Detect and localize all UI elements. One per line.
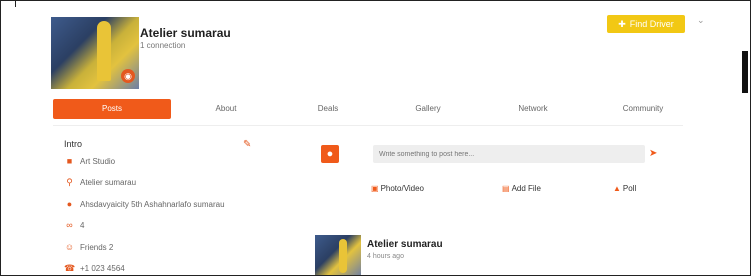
file-icon: ▤	[502, 184, 510, 193]
more-chevron-icon[interactable]: ⌄	[697, 15, 705, 26]
tab-deals[interactable]: Deals	[283, 99, 373, 119]
cover-figure	[97, 21, 111, 81]
about-row-text: Art Studio	[80, 156, 116, 166]
tab-posts[interactable]: Posts	[53, 99, 171, 119]
send-icon[interactable]: ➤	[649, 148, 657, 159]
about-row-friends: ☺ Friends 2	[64, 241, 113, 253]
video-icon: ■	[66, 156, 73, 166]
profile-tabs: Posts About Deals Gallery Network Commun…	[53, 99, 683, 119]
people-icon: ☺	[64, 242, 75, 252]
action-label: Poll	[622, 184, 637, 193]
tabs-divider	[53, 125, 683, 126]
about-title: Intro	[64, 139, 83, 149]
add-file-button[interactable]: ▤ Add File	[502, 184, 541, 193]
about-row-text: Atelier sumarau	[80, 177, 137, 187]
about-row-text: Friends 2	[80, 242, 114, 252]
find-driver-button[interactable]: ✚ Find Driver	[607, 15, 685, 33]
phone-icon: ☎	[64, 262, 76, 273]
action-label: Add File	[511, 184, 541, 193]
location-icon: ●	[66, 199, 73, 209]
about-row-links: ∞ 4	[64, 219, 84, 231]
profile-name: Atelier sumarau	[140, 26, 231, 40]
car-icon: ✚	[618, 19, 626, 29]
profile-subtitle: 1 connection	[140, 41, 186, 50]
poll-icon: ▲	[613, 184, 621, 193]
camera-icon[interactable]: ◉	[121, 69, 135, 83]
about-row-address: ● Ahsdavyaicity 5th Ashahnarlafo sumarau	[64, 198, 225, 210]
profile-card: ◉ Atelier sumarau 1 connection ✚ Find Dri…	[15, 7, 748, 275]
edit-pencil-icon[interactable]: ✎	[243, 139, 251, 150]
poll-button[interactable]: ▲ Poll	[613, 184, 636, 193]
tab-about[interactable]: About	[171, 99, 281, 119]
photo-video-button[interactable]: ▣ Photo/Video	[371, 184, 424, 193]
about-row-phone: ☎ +1 023 4564	[64, 262, 125, 274]
about-row-text: 4	[80, 220, 85, 230]
search-icon: ⚲	[66, 176, 73, 187]
about-row-name: ⚲ Atelier sumarau	[64, 176, 136, 188]
profile-cover-photo[interactable]: ◉	[51, 17, 139, 89]
about-row-category: ■ Art Studio	[64, 155, 115, 167]
scrollbar-thumb[interactable]	[742, 51, 748, 93]
about-row-text: +1 023 4564	[80, 263, 125, 273]
tab-network[interactable]: Network	[483, 99, 583, 119]
action-label: Photo/Video	[380, 184, 425, 193]
user-avatar-icon[interactable]: ●	[321, 145, 339, 163]
screenshot-frame: ◉ Atelier sumarau 1 connection ✚ Find Dri…	[0, 0, 751, 276]
about-row-text: Ahsdavyaicity 5th Ashahnarlafo sumarau	[80, 199, 225, 209]
link-icon: ∞	[66, 220, 73, 230]
post-author-avatar[interactable]	[315, 235, 361, 275]
photo-icon: ▣	[371, 184, 379, 193]
tab-community[interactable]: Community	[598, 99, 688, 119]
post-meta: 4 hours ago	[367, 253, 404, 260]
tab-gallery[interactable]: Gallery	[383, 99, 473, 119]
post-author-name[interactable]: Atelier sumarau	[367, 239, 443, 250]
post-input[interactable]	[373, 145, 645, 163]
avatar-figure	[339, 239, 347, 273]
find-driver-label: Find Driver	[629, 19, 674, 29]
